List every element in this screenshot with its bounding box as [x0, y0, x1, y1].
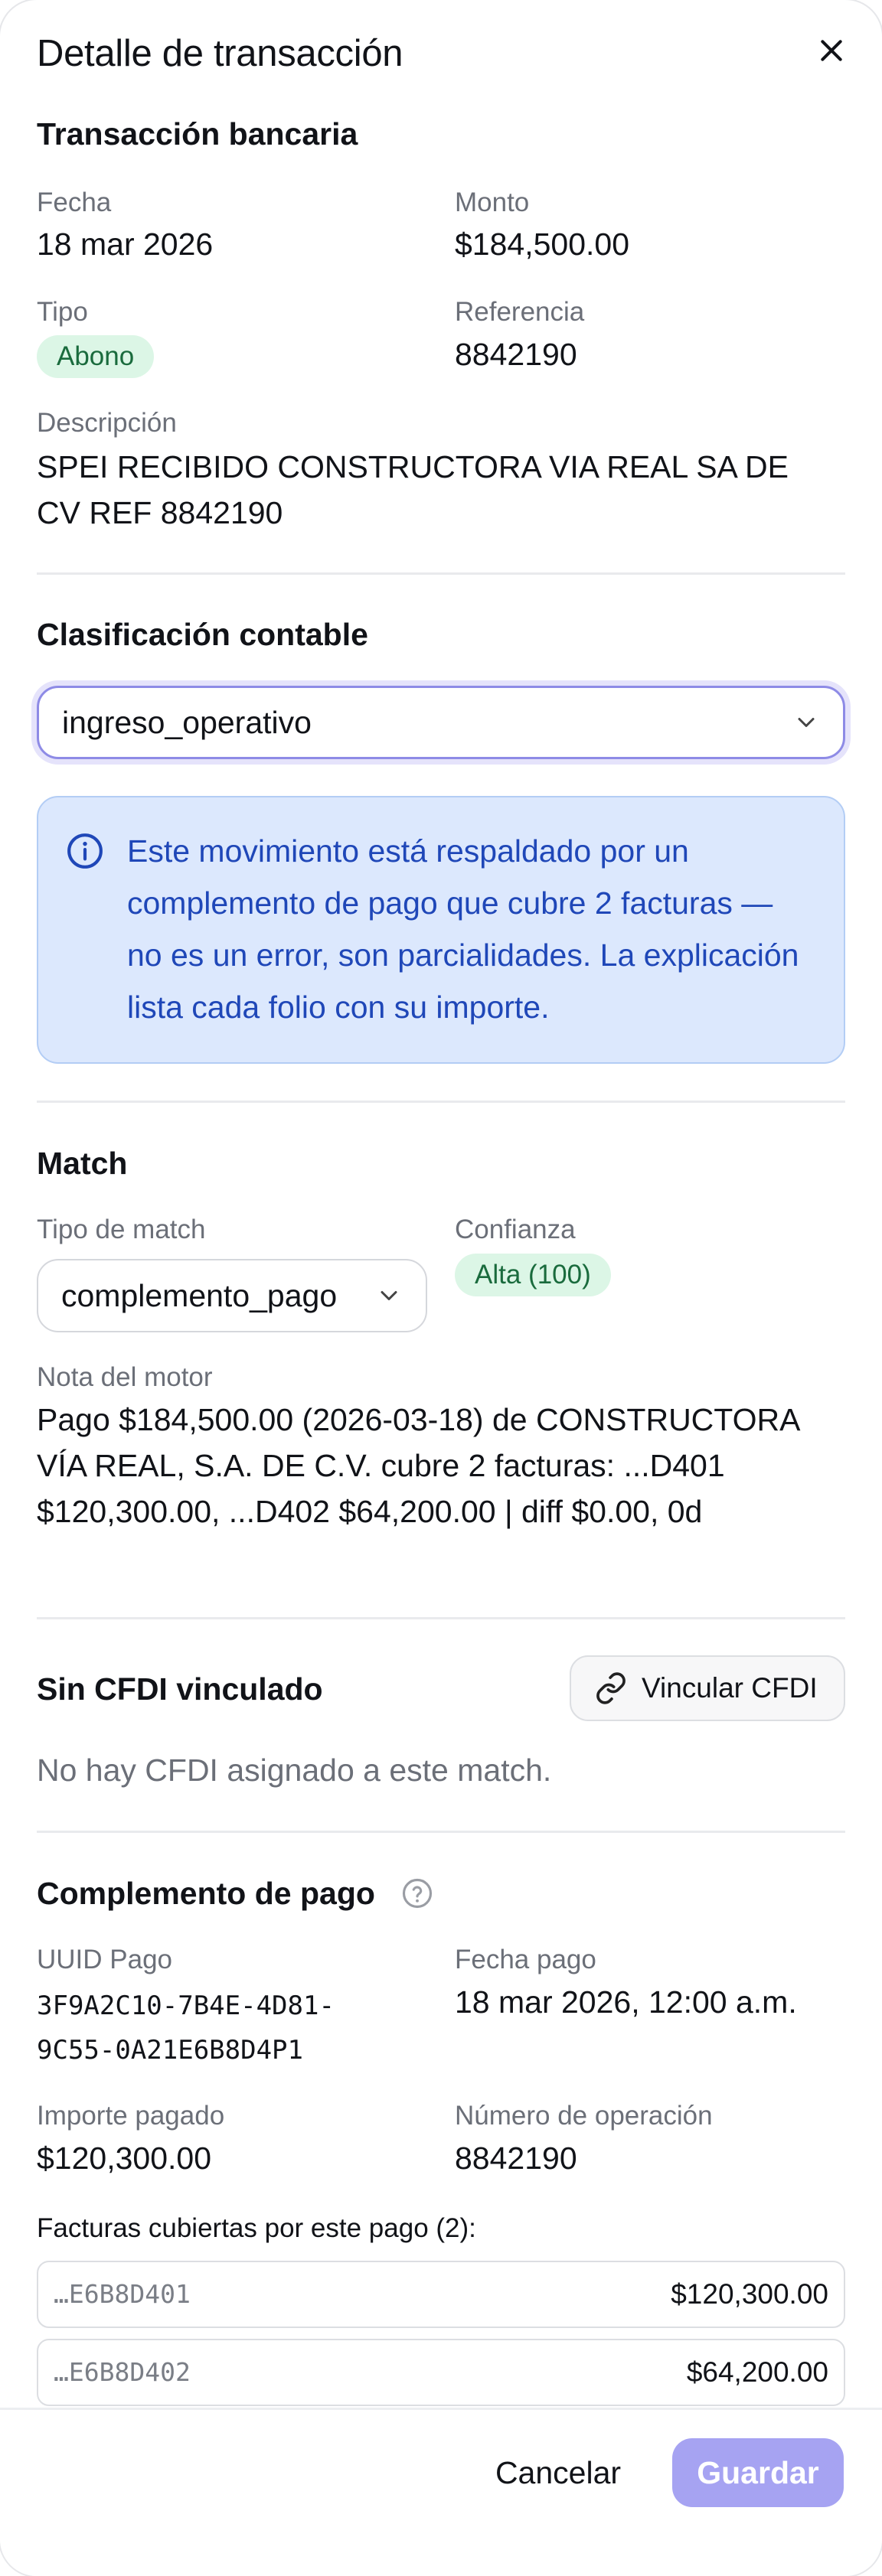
- divider: [37, 1831, 845, 1833]
- close-icon: [821, 40, 842, 61]
- fecha-label: Fecha: [37, 187, 112, 217]
- match-type-selected-value: complemento_pago: [61, 1277, 338, 1313]
- chevron-down-icon: [798, 718, 815, 727]
- uuid-pago-label: UUID Pago: [37, 1945, 173, 1974]
- info-callout-text: Este movimiento está respaldado por un c…: [127, 833, 799, 1025]
- classification-select[interactable]: ingreso_operativo: [37, 686, 845, 759]
- section-title-match: Match: [37, 1146, 128, 1181]
- uuid-pago-line1: 3F9A2C10-7B4E-4D81-: [37, 1991, 335, 2021]
- invoice-row: …E6B8D402 $64,200.00: [37, 2339, 845, 2406]
- monto-value: $184,500.00: [455, 227, 630, 262]
- numero-operacion-value: 8842190: [455, 2141, 577, 2176]
- descripcion-label: Descripción: [37, 408, 177, 438]
- transaction-detail-panel: Detalle de transacción Transacción banca…: [0, 0, 882, 2576]
- help-icon[interactable]: [401, 1877, 433, 1909]
- divider: [37, 572, 845, 575]
- numero-operacion-label: Número de operación: [455, 2101, 713, 2131]
- uuid-pago-line2: 9C55-0A21E6B8D4P1: [37, 2035, 303, 2066]
- classification-selected-value: ingreso_operativo: [62, 704, 312, 740]
- facturas-title: Facturas cubiertas por este pago (2):: [37, 2213, 476, 2243]
- fecha-pago-value: 18 mar 2026, 12:00 a.m.: [455, 1984, 797, 2020]
- importe-pagado-label: Importe pagado: [37, 2101, 225, 2131]
- confianza-badge: Alta (100): [455, 1254, 611, 1296]
- cfdi-empty-text: No hay CFDI asignado a este match.: [37, 1753, 552, 1788]
- panel-title: Detalle de transacción: [37, 33, 403, 74]
- invoice-amount: $120,300.00: [671, 2278, 828, 2310]
- fecha-pago-label: Fecha pago: [455, 1945, 596, 1974]
- invoice-amount: $64,200.00: [686, 2356, 828, 2388]
- link-cfdi-label: Vincular CFDI: [642, 1672, 818, 1704]
- tipo-match-label: Tipo de match: [37, 1215, 206, 1244]
- nota-value: Pago $184,500.00 (2026-03-18) de CONSTRU…: [37, 1402, 799, 1529]
- monto-label: Monto: [455, 187, 530, 217]
- save-button[interactable]: Guardar: [672, 2438, 844, 2507]
- nota-label: Nota del motor: [37, 1362, 213, 1392]
- importe-pagado-value: $120,300.00: [37, 2141, 212, 2176]
- invoice-uuid: …E6B8D402: [54, 2357, 191, 2387]
- referencia-value: 8842190: [455, 337, 577, 372]
- section-title-complemento: Complemento de pago: [37, 1876, 375, 1911]
- invoice-uuid: …E6B8D401: [54, 2279, 191, 2309]
- invoice-row: …E6B8D401 $120,300.00: [37, 2261, 845, 2328]
- section-title-transaction: Transacción bancaria: [37, 116, 358, 152]
- match-type-select[interactable]: complemento_pago: [37, 1259, 427, 1332]
- cancel-button[interactable]: Cancelar: [470, 2438, 646, 2507]
- close-button[interactable]: [813, 32, 850, 69]
- section-title-cfdi: Sin CFDI vinculado: [37, 1671, 323, 1707]
- divider: [37, 1617, 845, 1619]
- fecha-value: 18 mar 2026: [37, 227, 214, 262]
- confianza-label: Confianza: [455, 1215, 576, 1244]
- tipo-badge: Abono: [37, 335, 155, 378]
- section-title-classification: Clasificación contable: [37, 617, 368, 652]
- info-icon: [67, 833, 103, 869]
- descripcion-value: SPEI RECIBIDO CONSTRUCTORA VIA REAL SA D…: [37, 449, 789, 530]
- chevron-down-icon: [381, 1291, 397, 1300]
- tipo-label: Tipo: [37, 297, 88, 327]
- link-icon: [596, 1672, 626, 1704]
- info-callout: Este movimiento está respaldado por un c…: [37, 796, 845, 1064]
- link-cfdi-button[interactable]: Vincular CFDI: [570, 1655, 845, 1721]
- divider: [37, 1101, 845, 1103]
- referencia-label: Referencia: [455, 297, 585, 327]
